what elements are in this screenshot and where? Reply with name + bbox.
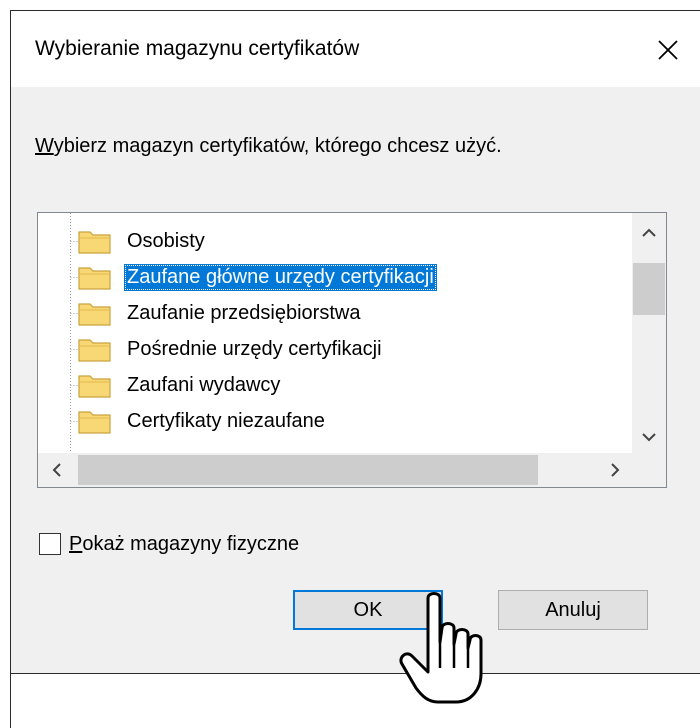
folder-icon — [78, 411, 111, 434]
tree-item-label: Zaufane główne urzędy certyfikacji — [124, 263, 437, 291]
checkbox-label-rest: okaż magazyny fizyczne — [82, 532, 300, 555]
tree-item[interactable]: Osobisty — [76, 223, 208, 259]
dialog-title: Wybieranie magazynu certyfikatów — [35, 37, 360, 60]
prompt-text: Wybierz magazyn certyfikatów, którego ch… — [35, 135, 502, 158]
folder-icon — [78, 375, 111, 398]
chevron-up-icon — [642, 228, 656, 237]
tree-item-label: Zaufani wydawcy — [127, 373, 281, 396]
title-bar: Wybieranie magazynu certyfikatów — [11, 11, 700, 87]
certificate-store-tree[interactable]: Osobisty Zaufane główne urzędy certyfikac… — [37, 212, 667, 488]
prompt-mnemonic: W — [35, 135, 54, 157]
scroll-up-button[interactable] — [632, 217, 666, 249]
tree-item[interactable]: Certyfikaty niezaufane — [76, 403, 328, 439]
tree-item-label: Pośrednie urzędy certyfikacji — [127, 337, 382, 360]
folder-icon — [78, 303, 111, 326]
horizontal-scrollbar[interactable] — [38, 453, 666, 487]
tree-item-label: Osobisty — [127, 229, 205, 252]
close-button[interactable] — [643, 27, 693, 73]
show-physical-stores-option[interactable]: Pokaż magazyny fizyczne — [39, 529, 299, 559]
hand-pointer-icon — [399, 592, 483, 704]
tree-item[interactable]: Zaufane główne urzędy certyfikacji — [76, 259, 437, 295]
cancel-button[interactable]: Anuluj — [498, 590, 648, 630]
show-physical-stores-label: Pokaż magazyny fizyczne — [69, 533, 299, 556]
vertical-scroll-thumb[interactable] — [633, 263, 665, 315]
close-icon — [658, 40, 678, 60]
tree-item[interactable]: Pośrednie urzędy certyfikacji — [76, 331, 385, 367]
folder-icon — [78, 267, 111, 290]
certificate-store-dialog: Wybieranie magazynu certyfikatów Wybierz… — [10, 10, 700, 728]
folder-icon — [78, 339, 111, 362]
tree-item-label: Certyfikaty niezaufane — [127, 409, 325, 432]
show-physical-stores-checkbox[interactable] — [39, 533, 61, 555]
tree-items-container: Osobisty Zaufane główne urzędy certyfikac… — [38, 213, 632, 453]
tree-item[interactable]: Zaufani wydawcy — [76, 367, 283, 403]
chevron-down-icon — [642, 433, 656, 442]
checkbox-mnemonic: P — [69, 532, 83, 555]
folder-icon — [78, 231, 111, 254]
tree-item-label: Zaufanie przedsiębiorstwa — [127, 301, 361, 324]
scroll-right-button[interactable] — [598, 453, 632, 487]
vertical-scrollbar[interactable] — [632, 213, 666, 453]
scroll-left-button[interactable] — [40, 453, 74, 487]
chevron-left-icon — [52, 463, 61, 477]
chevron-right-icon — [611, 463, 620, 477]
prompt-rest: ybierz magazyn certyfikatów, którego chc… — [53, 135, 502, 157]
tree-item[interactable]: Zaufanie przedsiębiorstwa — [76, 295, 363, 331]
dialog-body: Wybierz magazyn certyfikatów, którego ch… — [11, 87, 700, 674]
horizontal-scroll-thumb[interactable] — [78, 455, 538, 485]
scroll-down-button[interactable] — [632, 421, 666, 453]
